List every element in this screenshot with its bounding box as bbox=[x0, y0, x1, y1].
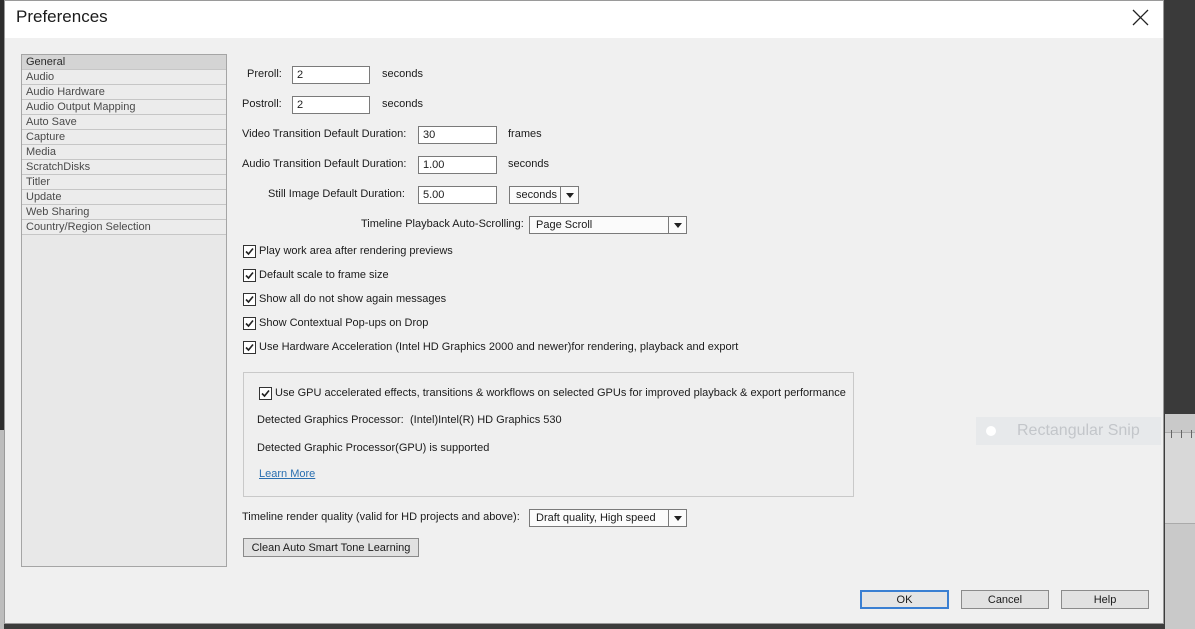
detected-gpu-value: (Intel)Intel(R) HD Graphics 530 bbox=[410, 414, 562, 426]
postroll-unit: seconds bbox=[382, 98, 423, 110]
audio-transition-label: Audio Transition Default Duration: bbox=[242, 158, 407, 170]
render-quality-dropdown[interactable]: Draft quality, High speed bbox=[529, 509, 687, 527]
category-item[interactable]: Audio Output Mapping bbox=[22, 100, 226, 115]
option-checkbox[interactable] bbox=[243, 292, 256, 306]
option-checkbox-row[interactable]: Default scale to frame size bbox=[243, 267, 389, 283]
category-item[interactable]: Country/Region Selection bbox=[22, 220, 226, 235]
option-checkbox-row[interactable]: Play work area after rendering previews bbox=[243, 243, 453, 259]
title-bar: Preferences bbox=[5, 1, 1163, 38]
gpu-accel-checkbox[interactable] bbox=[259, 386, 272, 400]
category-item[interactable]: Audio bbox=[22, 70, 226, 85]
snip-icon bbox=[986, 426, 996, 436]
chevron-down-icon bbox=[668, 217, 686, 233]
video-transition-input[interactable] bbox=[418, 126, 497, 144]
option-checkbox-row[interactable]: Show Contextual Pop-ups on Drop bbox=[243, 315, 428, 331]
learn-more-link[interactable]: Learn More bbox=[259, 468, 315, 480]
checkmark-icon bbox=[245, 247, 254, 255]
option-checkbox-label: Use Hardware Acceleration (Intel HD Grap… bbox=[259, 341, 739, 353]
preroll-label: Preroll: bbox=[247, 68, 282, 80]
auto-scrolling-dropdown[interactable]: Page Scroll bbox=[529, 216, 687, 234]
gpu-accel-checkbox-row[interactable]: Use GPU accelerated effects, transitions… bbox=[259, 385, 846, 401]
category-item[interactable]: Audio Hardware bbox=[22, 85, 226, 100]
category-list[interactable]: General Audio Audio Hardware Audio Output M… bbox=[21, 54, 227, 567]
option-checkbox[interactable] bbox=[243, 316, 256, 330]
video-transition-unit: frames bbox=[508, 128, 542, 140]
checkmark-icon bbox=[261, 389, 270, 397]
window-title: Preferences bbox=[16, 7, 108, 26]
option-checkbox[interactable] bbox=[243, 268, 256, 282]
category-item[interactable]: General bbox=[22, 55, 226, 70]
background-app-right bbox=[1165, 0, 1195, 629]
checkmark-icon bbox=[245, 295, 254, 303]
video-transition-label: Video Transition Default Duration: bbox=[242, 128, 407, 140]
postroll-input[interactable] bbox=[292, 96, 370, 114]
checkmark-icon bbox=[245, 343, 254, 351]
detected-gpu-label: Detected Graphics Processor: bbox=[257, 414, 404, 426]
still-image-input[interactable] bbox=[418, 186, 497, 204]
gpu-section: Use GPU accelerated effects, transitions… bbox=[243, 372, 854, 497]
preferences-dialog: Preferences General Audio Audio Hardware Au… bbox=[4, 0, 1164, 624]
gpu-supported-text: Detected Graphic Processor(GPU) is suppo… bbox=[257, 442, 490, 454]
category-item[interactable]: Auto Save bbox=[22, 115, 226, 130]
gpu-accel-label: Use GPU accelerated effects, transitions… bbox=[275, 387, 846, 399]
help-button[interactable]: Help bbox=[1061, 590, 1149, 609]
clean-smart-tone-button[interactable]: Clean Auto Smart Tone Learning bbox=[243, 538, 419, 557]
category-item[interactable]: ScratchDisks bbox=[22, 160, 226, 175]
chevron-down-icon bbox=[560, 187, 578, 203]
option-checkbox-row[interactable]: Use Hardware Acceleration (Intel HD Grap… bbox=[243, 339, 738, 355]
auto-scrolling-value: Page Scroll bbox=[536, 219, 593, 231]
category-item[interactable]: Titler bbox=[22, 175, 226, 190]
ok-button[interactable]: OK bbox=[860, 590, 949, 609]
audio-transition-input[interactable] bbox=[418, 156, 497, 174]
still-image-unit-value: seconds bbox=[516, 189, 557, 201]
auto-scrolling-label: Timeline Playback Auto-Scrolling: bbox=[361, 218, 524, 230]
render-quality-value: Draft quality, High speed bbox=[536, 512, 656, 524]
option-checkbox[interactable] bbox=[243, 340, 256, 354]
option-checkbox-label: Show all do not show again messages bbox=[259, 293, 447, 305]
option-checkbox-label: Show Contextual Pop-ups on Drop bbox=[259, 317, 429, 329]
checkmark-icon bbox=[245, 271, 254, 279]
category-item[interactable]: Web Sharing bbox=[22, 205, 226, 220]
chevron-down-icon bbox=[668, 510, 686, 526]
category-item[interactable]: Update bbox=[22, 190, 226, 205]
close-button[interactable] bbox=[1117, 1, 1163, 33]
option-checkbox-label: Default scale to frame size bbox=[259, 269, 389, 281]
option-checkbox-row[interactable]: Show all do not show again messages bbox=[243, 291, 446, 307]
rectangular-snip-overlay: Rectangular Snip bbox=[976, 417, 1161, 445]
option-checkbox[interactable] bbox=[243, 244, 256, 258]
cancel-button[interactable]: Cancel bbox=[961, 590, 1049, 609]
still-image-unit-dropdown[interactable]: seconds bbox=[509, 186, 579, 204]
preroll-input[interactable] bbox=[292, 66, 370, 84]
category-item[interactable]: Media bbox=[22, 145, 226, 160]
preroll-unit: seconds bbox=[382, 68, 423, 80]
audio-transition-unit: seconds bbox=[508, 158, 549, 170]
render-quality-label: Timeline render quality (valid for HD pr… bbox=[242, 511, 520, 523]
snip-label: Rectangular Snip bbox=[1017, 422, 1140, 439]
category-item[interactable]: Capture bbox=[22, 130, 226, 145]
checkmark-icon bbox=[245, 319, 254, 327]
postroll-label: Postroll: bbox=[242, 98, 282, 110]
still-image-label: Still Image Default Duration: bbox=[268, 188, 405, 200]
close-icon bbox=[1132, 9, 1148, 25]
option-checkbox-label: Play work area after rendering previews bbox=[259, 245, 453, 257]
